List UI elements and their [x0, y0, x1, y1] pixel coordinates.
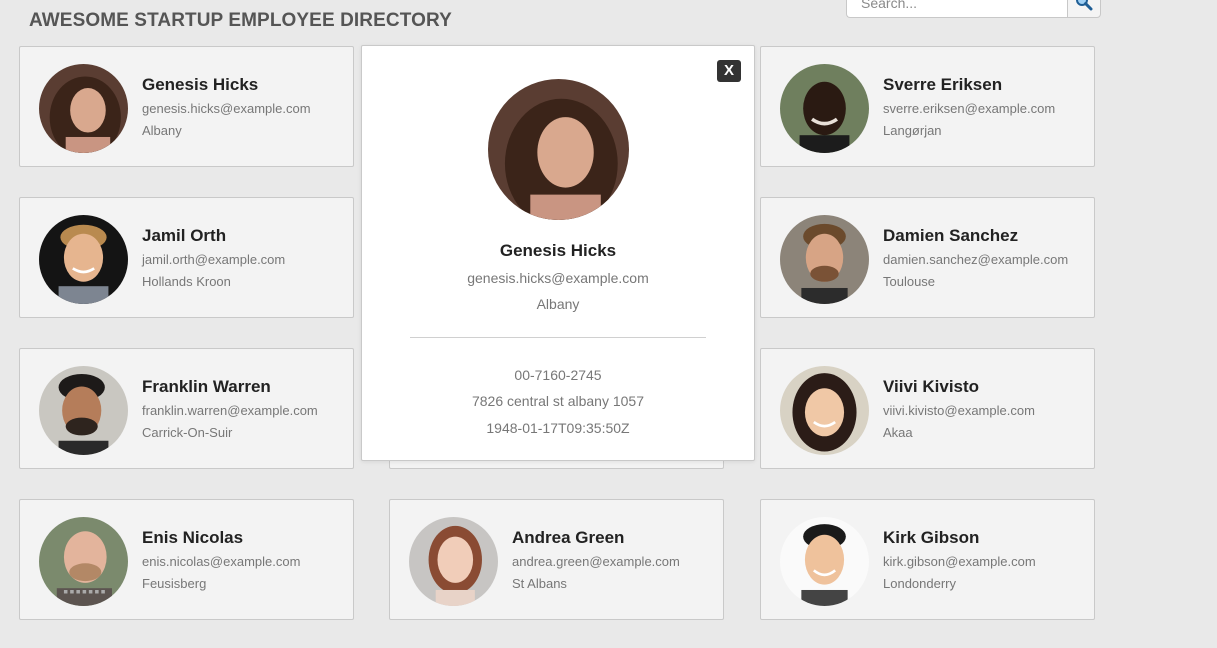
employee-email: damien.sanchez@example.com: [883, 252, 1069, 267]
employee-name: Kirk Gibson: [883, 528, 980, 547]
avatar: [39, 366, 128, 455]
employee-city: Carrick-On-Suir: [142, 425, 233, 440]
search-icon: [1075, 0, 1093, 14]
employee-card[interactable]: Damien Sanchez damien.sanchez@example.co…: [760, 197, 1095, 318]
employee-email: jamil.orth@example.com: [142, 252, 286, 267]
employee-detail-modal: X Genesis Hicks genesis.hicks@example.co…: [361, 45, 755, 461]
modal-employee-phone: 00-7160-2745: [514, 367, 602, 383]
divider: [410, 337, 706, 338]
employee-email: andrea.green@example.com: [512, 554, 680, 569]
modal-employee-name: Genesis Hicks: [499, 241, 617, 260]
employee-email: enis.nicolas@example.com: [142, 554, 301, 569]
employee-directory-page: AWESOME STARTUP EMPLOYEE DIRECTORY Genes…: [0, 0, 1217, 648]
modal-employee-email: genesis.hicks@example.com: [467, 270, 649, 286]
modal-employee-city: Albany: [536, 296, 580, 312]
search-input[interactable]: [846, 0, 1067, 18]
employee-name: Damien Sanchez: [883, 226, 1019, 245]
employee-city: Toulouse: [883, 274, 936, 289]
employee-card[interactable]: Genesis Hicks genesis.hicks@example.com …: [19, 46, 354, 167]
avatar: [780, 517, 869, 606]
employee-city: Langørjan: [883, 123, 942, 138]
close-button[interactable]: X: [717, 60, 741, 82]
employee-email: viivi.kivisto@example.com: [883, 403, 1035, 418]
employee-name: Andrea Green: [512, 528, 625, 547]
employee-card[interactable]: Kirk Gibson kirk.gibson@example.com Lond…: [760, 499, 1095, 620]
employee-city: Feusisberg: [142, 576, 207, 591]
avatar: [39, 64, 128, 153]
employee-card[interactable]: Jamil Orth jamil.orth@example.com Hollan…: [19, 197, 354, 318]
modal-employee-birthday: 1948-01-17T09:35:50Z: [486, 420, 630, 436]
employee-name: Sverre Eriksen: [883, 75, 1003, 94]
avatar: [780, 64, 869, 153]
avatar: [409, 517, 498, 606]
employee-city: Akaa: [883, 425, 913, 440]
modal-employee-address: 7826 central st albany 1057: [471, 393, 644, 409]
avatar: [39, 517, 128, 606]
employee-name: Genesis Hicks: [142, 75, 259, 94]
page-title: AWESOME STARTUP EMPLOYEE DIRECTORY: [29, 9, 452, 31]
employee-email: genesis.hicks@example.com: [142, 101, 311, 116]
employee-name: Enis Nicolas: [142, 528, 244, 547]
employee-card[interactable]: Viivi Kivisto viivi.kivisto@example.com …: [760, 348, 1095, 469]
employee-city: Albany: [142, 123, 182, 138]
employee-email: franklin.warren@example.com: [142, 403, 318, 418]
employee-name: Jamil Orth: [142, 226, 227, 245]
employee-email: sverre.eriksen@example.com: [883, 101, 1056, 116]
employee-name: Viivi Kivisto: [883, 377, 980, 396]
employee-card[interactable]: Sverre Eriksen sverre.eriksen@example.co…: [760, 46, 1095, 167]
avatar: [780, 366, 869, 455]
employee-city: St Albans: [512, 576, 567, 591]
avatar: [39, 215, 128, 304]
search-button[interactable]: [1067, 0, 1101, 18]
employee-card[interactable]: Andrea Green andrea.green@example.com St…: [389, 499, 724, 620]
employee-city: Londonderry: [883, 576, 956, 591]
employee-email: kirk.gibson@example.com: [883, 554, 1036, 569]
employee-name: Franklin Warren: [142, 377, 271, 396]
search-form: [846, 0, 1101, 18]
employee-card[interactable]: Franklin Warren franklin.warren@example.…: [19, 348, 354, 469]
avatar: [488, 79, 629, 220]
avatar: [780, 215, 869, 304]
employee-card[interactable]: Enis Nicolas enis.nicolas@example.com Fe…: [19, 499, 354, 620]
employee-city: Hollands Kroon: [142, 274, 231, 289]
